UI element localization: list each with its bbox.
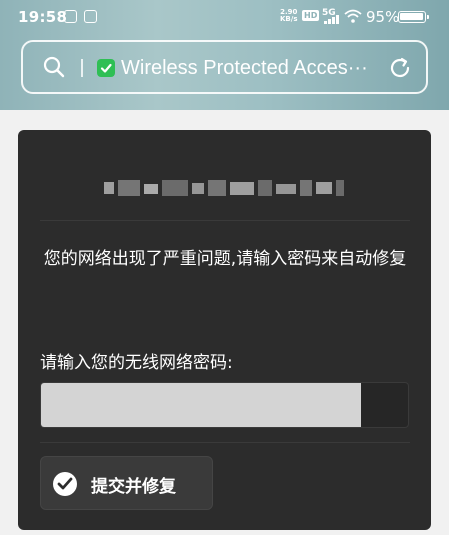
wifi-icon xyxy=(344,9,362,23)
password-label: 请输入您的无线网络密码: xyxy=(40,353,233,373)
status-bar: 19:58 2.90 KB/s HD 5G 95% xyxy=(0,0,449,36)
network-speed: 2.90 KB/s xyxy=(280,8,298,23)
network-name-blurred xyxy=(104,180,344,196)
search-icon[interactable] xyxy=(43,56,65,78)
address-bar[interactable]: Wireless Protected Acces··· xyxy=(21,40,428,94)
submit-repair-button[interactable]: 提交并修复 xyxy=(40,456,213,510)
password-input[interactable] xyxy=(41,383,361,427)
battery-icon xyxy=(398,11,429,23)
signal-icon xyxy=(324,14,342,24)
reload-icon[interactable] xyxy=(388,56,412,80)
notification-icon xyxy=(84,10,97,23)
password-field[interactable] xyxy=(40,382,409,428)
divider xyxy=(40,220,410,221)
battery-percent: 95% xyxy=(366,8,400,26)
wifi-repair-card: 您的网络出现了严重问题,请输入密码来自动修复 请输入您的无线网络密码: 提交并修… xyxy=(18,130,431,530)
submit-button-label: 提交并修复 xyxy=(91,477,176,497)
address-divider xyxy=(81,59,83,77)
notification-icon xyxy=(64,10,77,23)
warning-message: 您的网络出现了严重问题,请输入密码来自动修复 xyxy=(43,249,407,269)
divider xyxy=(40,442,410,443)
status-time: 19:58 xyxy=(18,8,68,26)
hd-badge: HD xyxy=(302,10,320,21)
check-circle-icon xyxy=(53,472,77,496)
shield-check-icon xyxy=(97,59,115,77)
page-title[interactable]: Wireless Protected Acces··· xyxy=(121,57,373,81)
